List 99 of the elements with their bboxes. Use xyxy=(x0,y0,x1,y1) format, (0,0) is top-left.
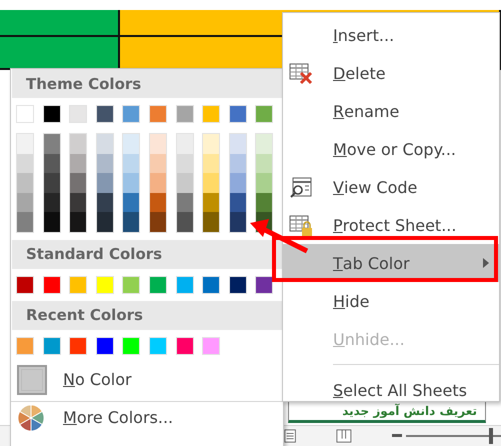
color-swatch[interactable] xyxy=(42,336,61,354)
color-swatch[interactable] xyxy=(176,212,193,232)
color-swatch[interactable] xyxy=(69,336,88,354)
color-swatch[interactable] xyxy=(122,105,140,123)
menu-item[interactable]: Delete xyxy=(283,54,499,92)
color-swatch[interactable] xyxy=(203,192,220,212)
menu-item[interactable]: Protect Sheet... xyxy=(283,206,499,244)
color-swatch[interactable] xyxy=(17,212,33,232)
color-swatch[interactable] xyxy=(230,134,246,154)
color-swatch[interactable] xyxy=(16,336,34,354)
color-swatch[interactable] xyxy=(256,192,272,212)
color-swatch[interactable] xyxy=(176,276,194,294)
color-swatch[interactable] xyxy=(96,212,113,232)
color-swatch[interactable] xyxy=(17,154,33,173)
color-swatch[interactable] xyxy=(228,105,247,123)
color-swatch[interactable] xyxy=(176,134,193,154)
color-swatch[interactable] xyxy=(176,173,193,192)
color-swatch[interactable] xyxy=(42,276,61,294)
color-swatch[interactable] xyxy=(96,276,114,294)
color-swatch[interactable] xyxy=(255,105,274,123)
color-swatch[interactable] xyxy=(44,154,60,173)
color-swatch[interactable] xyxy=(69,276,88,294)
color-swatch[interactable] xyxy=(148,336,167,354)
color-swatch[interactable] xyxy=(17,192,33,212)
color-swatch[interactable] xyxy=(203,154,220,173)
section-header: Recent Colors xyxy=(12,300,282,330)
submenu-caret-icon xyxy=(483,258,489,268)
color-swatch[interactable] xyxy=(96,134,113,154)
color-swatch[interactable] xyxy=(16,276,34,294)
color-swatch[interactable] xyxy=(96,192,113,212)
color-swatch[interactable] xyxy=(70,173,86,192)
normal-view-icon[interactable] xyxy=(284,428,296,444)
color-swatch[interactable] xyxy=(176,192,193,212)
color-swatch[interactable] xyxy=(256,154,272,173)
color-swatch[interactable] xyxy=(44,192,60,212)
color-swatch[interactable] xyxy=(203,173,220,192)
color-swatch[interactable] xyxy=(96,173,113,192)
color-swatch[interactable] xyxy=(70,212,86,232)
color-swatch[interactable] xyxy=(203,212,220,232)
color-swatch[interactable] xyxy=(123,173,140,192)
color-swatch[interactable] xyxy=(256,134,272,154)
sheet-tab[interactable]: تعریف دانش آموز جدید xyxy=(288,401,486,423)
color-swatch[interactable] xyxy=(123,212,140,232)
lock-sheet-icon xyxy=(289,214,315,238)
color-swatch[interactable] xyxy=(148,276,167,294)
color-swatch[interactable] xyxy=(230,173,246,192)
color-wheel-icon xyxy=(17,404,45,432)
color-swatch[interactable] xyxy=(123,134,140,154)
color-swatch[interactable] xyxy=(70,134,86,154)
color-swatch[interactable] xyxy=(17,173,33,192)
color-swatch[interactable] xyxy=(42,105,61,123)
zoom-out-icon[interactable] xyxy=(392,434,402,438)
color-swatch[interactable] xyxy=(202,105,220,123)
color-swatch[interactable] xyxy=(176,154,193,173)
color-swatch[interactable] xyxy=(203,134,220,154)
color-swatch[interactable] xyxy=(230,154,246,173)
section-header: Standard Colors xyxy=(12,240,282,268)
color-swatch[interactable] xyxy=(122,336,140,354)
color-swatch[interactable] xyxy=(70,154,86,173)
menu-item[interactable]: Insert... xyxy=(283,16,499,54)
color-swatch[interactable] xyxy=(148,105,167,123)
color-swatch[interactable] xyxy=(176,336,194,354)
color-swatch[interactable] xyxy=(96,336,114,354)
color-swatch[interactable] xyxy=(176,105,194,123)
section-header: Theme Colors xyxy=(12,69,282,98)
color-swatch[interactable] xyxy=(230,192,246,212)
menu-item[interactable]: Hide xyxy=(283,282,499,320)
color-swatch[interactable] xyxy=(256,173,272,192)
color-swatch[interactable] xyxy=(44,173,60,192)
delete-sheet-icon xyxy=(289,62,315,86)
color-swatch[interactable] xyxy=(202,276,220,294)
color-swatch[interactable] xyxy=(70,192,86,212)
menu-item[interactable]: View Code xyxy=(283,168,499,206)
color-swatch[interactable] xyxy=(255,276,274,294)
no-color-swatch[interactable] xyxy=(17,364,47,394)
color-swatch[interactable] xyxy=(150,173,166,192)
color-swatch[interactable] xyxy=(228,276,247,294)
menu-item[interactable]: More Colors... xyxy=(63,408,174,427)
color-swatch[interactable] xyxy=(150,192,166,212)
color-swatch[interactable] xyxy=(122,276,140,294)
pointer-arrow xyxy=(249,218,309,254)
color-swatch[interactable] xyxy=(17,134,33,154)
color-swatch[interactable] xyxy=(16,105,34,123)
page-layout-icon[interactable] xyxy=(336,428,352,444)
color-swatch[interactable] xyxy=(123,154,140,173)
color-swatch[interactable] xyxy=(44,134,60,154)
menu-item[interactable]: Move or Copy... xyxy=(283,130,499,168)
color-swatch[interactable] xyxy=(123,192,140,212)
color-swatch[interactable] xyxy=(202,336,220,354)
menu-item[interactable]: No Color xyxy=(63,370,132,389)
color-swatch[interactable] xyxy=(96,105,114,123)
color-swatch[interactable] xyxy=(44,212,60,232)
color-swatch[interactable] xyxy=(150,154,166,173)
menu-item[interactable]: Rename xyxy=(283,92,499,130)
color-swatch[interactable] xyxy=(96,154,113,173)
color-swatch[interactable] xyxy=(150,212,166,232)
color-swatch[interactable] xyxy=(230,212,246,232)
color-swatch[interactable] xyxy=(69,105,88,123)
color-swatch[interactable] xyxy=(150,134,166,154)
